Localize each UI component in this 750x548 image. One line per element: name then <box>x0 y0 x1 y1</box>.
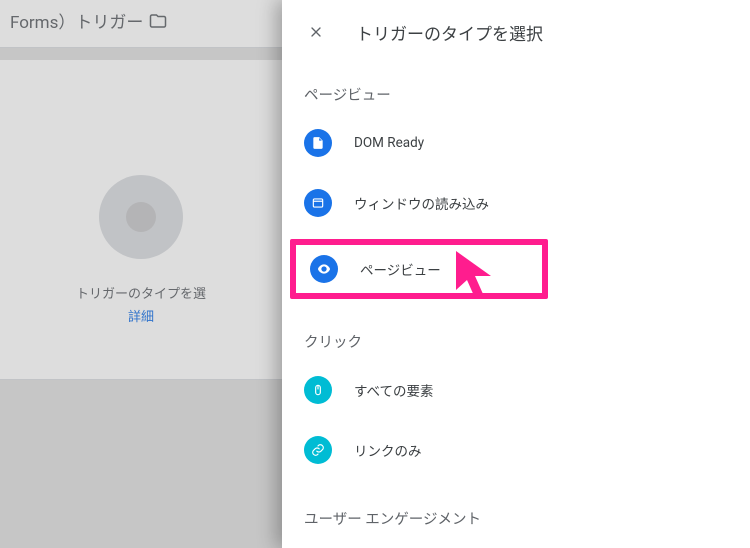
eye-icon <box>310 255 338 283</box>
close-button[interactable] <box>300 16 332 48</box>
under-card: トリガーのタイプを選 詳細 <box>0 60 282 380</box>
panel-header: トリガーのタイプを選択 <box>282 0 750 66</box>
item-pageview[interactable]: ページビュー <box>296 245 542 293</box>
section-title-click: クリック <box>282 331 750 366</box>
window-icon <box>304 189 332 217</box>
section-title-engagement: ユーザー エンゲージメント <box>282 508 750 543</box>
panel-body: ページビュー DOM Ready ウィンドウの読み込み ページビュー <box>282 66 750 548</box>
item-dom-ready[interactable]: DOM Ready <box>282 119 750 167</box>
item-all-elements[interactable]: すべての要素 <box>282 366 750 414</box>
under-placeholder-text: トリガーのタイプを選 <box>70 283 212 302</box>
mouse-icon <box>304 376 332 404</box>
item-label: ウィンドウの読み込み <box>354 193 489 213</box>
item-label: リンクのみ <box>354 440 422 460</box>
item-window-load[interactable]: ウィンドウの読み込み <box>282 179 750 227</box>
trigger-type-panel: トリガーのタイプを選択 ページビュー DOM Ready ウィンドウの読み込み <box>282 0 750 548</box>
item-label: DOM Ready <box>354 135 424 151</box>
panel-title: トリガーのタイプを選択 <box>356 20 543 45</box>
link-icon <box>304 436 332 464</box>
under-title: Forms）トリガー <box>10 8 143 33</box>
item-label: ページビュー <box>360 259 441 279</box>
item-links-only[interactable]: リンクのみ <box>282 426 750 474</box>
under-topbar: Forms）トリガー <box>0 0 282 48</box>
section-title-pageview: ページビュー <box>282 84 750 119</box>
section-engagement: ユーザー エンゲージメント YouTube 動画 <box>282 494 750 548</box>
background-underlay: Forms）トリガー トリガーのタイプを選 詳細 <box>0 0 282 548</box>
document-icon <box>304 129 332 157</box>
folder-icon <box>149 12 167 30</box>
section-pageview: ページビュー DOM Ready ウィンドウの読み込み ページビュー <box>282 70 750 317</box>
item-youtube[interactable]: YouTube 動画 <box>282 543 750 548</box>
highlight-pageview: ページビュー <box>290 239 548 299</box>
item-label: すべての要素 <box>354 380 434 400</box>
under-circle-icon <box>99 175 183 259</box>
under-details-link: 詳細 <box>128 306 154 325</box>
section-click: クリック すべての要素 リンクのみ <box>282 317 750 494</box>
